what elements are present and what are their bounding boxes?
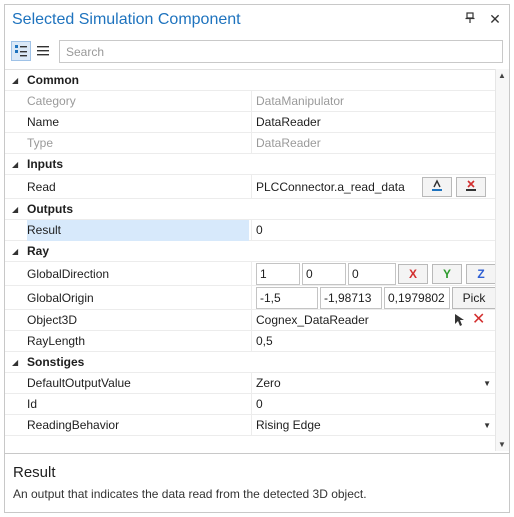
close-icon[interactable]: ✕ [487,11,503,27]
axis-z-button[interactable]: Z [466,264,495,284]
direction-y-input[interactable]: 0 [302,263,346,285]
property-name: Result [27,220,249,241]
disconnect-signal-button[interactable] [456,177,486,197]
property-grid: ◢ Common Category DataManipulator Name D… [5,69,495,451]
collapse-arrow-icon[interactable]: ◢ [12,205,18,214]
ray-length-value-field[interactable]: 0,5 [251,331,495,352]
clear-reference-icon[interactable]: ✕ [472,311,485,329]
axis-x-button[interactable]: X [398,264,428,284]
property-row-result[interactable]: Result 0 [5,220,495,241]
axis-y-button[interactable]: Y [432,264,462,284]
scroll-down-icon[interactable]: ▼ [498,440,506,449]
category-label: Outputs [27,202,73,216]
categorized-view-button[interactable] [11,41,31,61]
default-output-dropdown[interactable]: Zero ▼ [251,373,495,394]
property-name: RayLength [27,334,86,348]
category-label: Ray [27,244,50,258]
categorized-icon [15,45,27,57]
disconnect-icon [466,180,476,191]
read-value-field[interactable]: PLCConnector.a_read_data [251,175,495,199]
property-row-object3d[interactable]: Object3D Cognex_DataReader ✕ [5,310,495,331]
properties-panel: Selected Simulation Component ✕ ◢ Common… [4,4,510,513]
property-value: DataReader [251,133,495,154]
category-ray[interactable]: ◢ Ray [5,241,495,262]
property-row-name[interactable]: Name DataReader [5,112,495,133]
alphabetical-view-button[interactable] [33,41,53,61]
property-row-id[interactable]: Id 0 [5,394,495,415]
description-text: An output that indicates the data read f… [13,487,367,501]
pick-cursor-icon[interactable] [452,312,466,331]
property-name: GlobalOrigin [27,291,94,305]
category-label: Inputs [27,157,63,171]
chevron-down-icon[interactable]: ▼ [483,415,491,436]
toolbar [5,39,509,65]
origin-y-input[interactable]: -1,98713 [320,287,382,309]
property-row-reading-behavior[interactable]: ReadingBehavior Rising Edge ▼ [5,415,495,436]
property-row-type: Type DataReader [5,133,495,154]
vertical-scrollbar[interactable]: ▲ ▼ [495,69,509,451]
object3d-value-field[interactable]: Cognex_DataReader ✕ [251,310,495,331]
collapse-arrow-icon[interactable]: ◢ [12,76,18,85]
list-icon [37,46,49,56]
read-value-text: PLCConnector.a_read_data [256,180,405,194]
property-name: Type [27,136,54,150]
direction-x-input[interactable]: 1 [256,263,300,285]
connect-signal-button[interactable] [422,177,452,197]
reading-behavior-dropdown[interactable]: Rising Edge ▼ [251,415,495,436]
property-row-global-direction[interactable]: GlobalDirection 1 0 0 X Y Z [5,262,495,286]
category-sonstiges[interactable]: ◢ Sonstiges [5,352,495,373]
description-pane: Result An output that indicates the data… [5,453,509,512]
property-row-read[interactable]: Read PLCConnector.a_read_data [5,175,495,199]
property-name: Read [27,180,56,194]
category-label: Sonstiges [27,355,85,369]
property-name: DefaultOutputValue [27,376,131,390]
pin-icon[interactable] [463,12,477,26]
search-input[interactable] [59,40,503,63]
global-origin-editor[interactable]: -1,5 -1,98713 0,1979802 Pick [251,286,495,310]
chevron-down-icon[interactable]: ▼ [483,373,491,394]
id-value-field[interactable]: 0 [251,394,495,415]
result-value-field[interactable]: 0 [251,220,495,241]
name-value-field[interactable]: DataReader [251,112,495,133]
property-name: Category [27,94,76,108]
property-name: ReadingBehavior [27,418,120,432]
category-outputs[interactable]: ◢ Outputs [5,199,495,220]
property-name: GlobalDirection [27,267,110,281]
connect-icon [432,179,442,191]
collapse-arrow-icon[interactable]: ◢ [12,247,18,256]
property-row-ray-length[interactable]: RayLength 0,5 [5,331,495,352]
property-row-global-origin[interactable]: GlobalOrigin -1,5 -1,98713 0,1979802 Pic… [5,286,495,310]
category-label: Common [27,73,79,87]
global-direction-editor[interactable]: 1 0 0 X Y Z [251,262,495,286]
description-title: Result [13,464,56,481]
origin-z-input[interactable]: 0,1979802 [384,287,450,309]
origin-x-input[interactable]: -1,5 [256,287,318,309]
object3d-value-text: Cognex_DataReader [256,313,369,327]
category-inputs[interactable]: ◢ Inputs [5,154,495,175]
property-row-category: Category DataManipulator [5,91,495,112]
direction-z-input[interactable]: 0 [348,263,396,285]
category-common[interactable]: ◢ Common [5,70,495,91]
collapse-arrow-icon[interactable]: ◢ [12,160,18,169]
property-name: Id [27,397,38,411]
dropdown-value: Rising Edge [256,418,321,432]
property-name: Name [27,115,60,129]
panel-title: Selected Simulation Component [12,11,241,28]
dropdown-value: Zero [256,376,281,390]
property-value: DataManipulator [251,91,495,112]
pick-button[interactable]: Pick [452,287,495,309]
collapse-arrow-icon[interactable]: ◢ [12,358,18,367]
panel-titlebar: Selected Simulation Component ✕ [5,5,509,35]
property-row-default-output[interactable]: DefaultOutputValue Zero ▼ [5,373,495,394]
property-name: Object3D [27,313,78,327]
scroll-up-icon[interactable]: ▲ [498,71,506,80]
